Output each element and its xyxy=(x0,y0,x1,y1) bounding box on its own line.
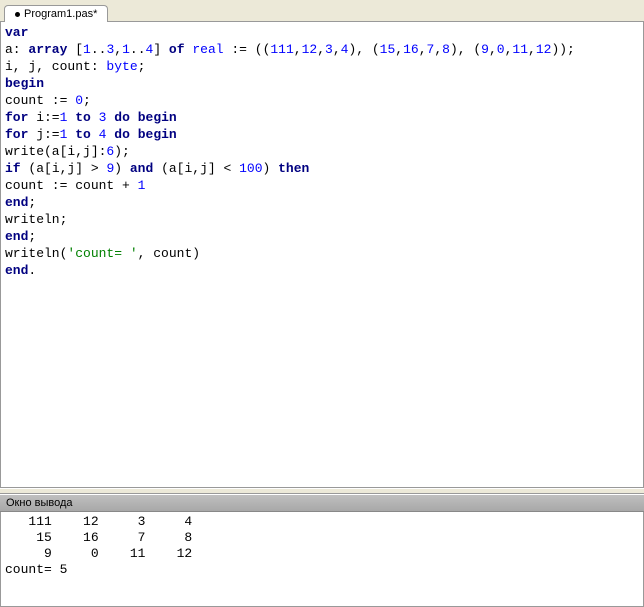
code-line: for i:=1 to 3 do begin xyxy=(5,109,639,126)
code-line: count := count + 1 xyxy=(5,177,639,194)
code-line: begin xyxy=(5,75,639,92)
code-line: writeln('count= ', count) xyxy=(5,245,639,262)
code-line: i, j, count: byte; xyxy=(5,58,639,75)
code-line: end. xyxy=(5,262,639,279)
output-line: 111 12 3 4 xyxy=(5,514,639,530)
modified-dot-icon xyxy=(15,12,20,17)
code-line: end; xyxy=(5,194,639,211)
code-line: write(a[i,j]:6); xyxy=(5,143,639,160)
output-line: 15 16 7 8 xyxy=(5,530,639,546)
code-line: if (a[i,j] > 9) and (a[i,j] < 100) then xyxy=(5,160,639,177)
output-panel[interactable]: 111 12 3 4 15 16 7 8 9 0 11 12count= 5 xyxy=(0,512,644,607)
code-line: for j:=1 to 4 do begin xyxy=(5,126,639,143)
tab-title: Program1.pas* xyxy=(24,8,97,20)
file-tab[interactable]: Program1.pas* xyxy=(4,5,108,22)
code-line: count := 0; xyxy=(5,92,639,109)
code-line: end; xyxy=(5,228,639,245)
output-line: 9 0 11 12 xyxy=(5,546,639,562)
tab-bar: Program1.pas* xyxy=(0,0,644,22)
code-line: a: array [1..3,1..4] of real := ((111,12… xyxy=(5,41,639,58)
code-line: var xyxy=(5,24,639,41)
output-panel-title: Окно вывода xyxy=(0,494,644,512)
editor-scroll[interactable]: vara: array [1..3,1..4] of real := ((111… xyxy=(0,22,644,488)
code-line: writeln; xyxy=(5,211,639,228)
output-line: count= 5 xyxy=(5,562,639,578)
code-editor[interactable]: vara: array [1..3,1..4] of real := ((111… xyxy=(1,22,643,487)
